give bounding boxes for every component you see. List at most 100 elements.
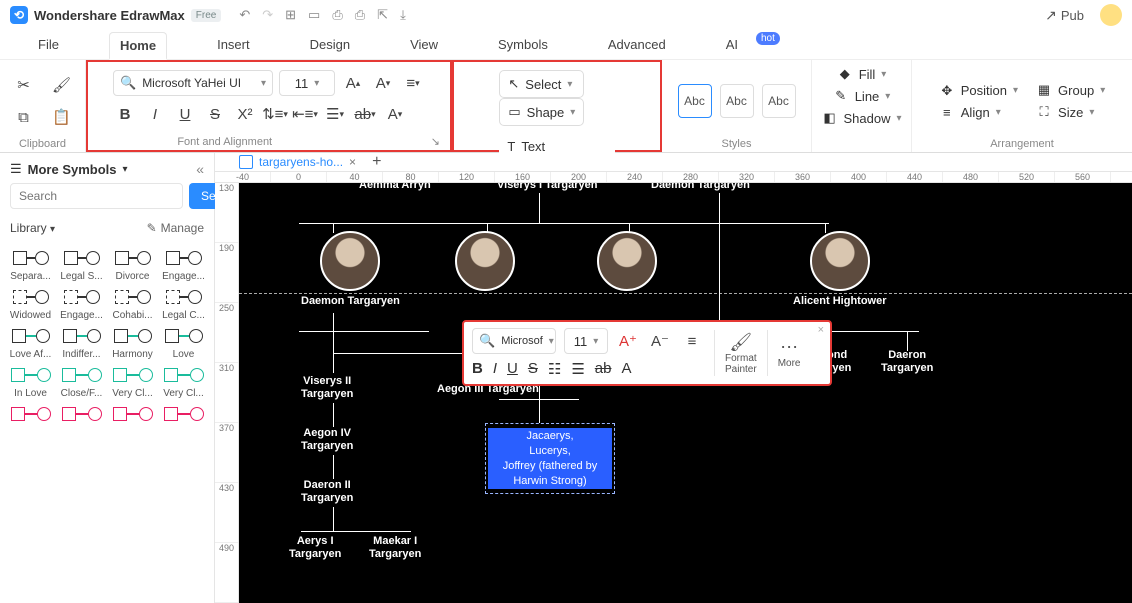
symbol-item[interactable]: Widowed	[6, 284, 55, 321]
symbol-item[interactable]	[159, 401, 208, 427]
menu-ai[interactable]: AI	[716, 32, 748, 57]
tree-node[interactable]: Daemon Targaryen	[651, 183, 750, 192]
avatar[interactable]	[1100, 4, 1122, 26]
open-icon[interactable]: ▭	[308, 7, 320, 23]
redo-icon[interactable]: ↷	[262, 7, 273, 23]
format-painter-icon[interactable]: 🖌	[50, 73, 74, 97]
menu-advanced[interactable]: Advanced	[598, 32, 676, 57]
fill-button[interactable]: ◆Fill▾	[837, 66, 887, 82]
mini-bullet-list-icon[interactable]: ☰	[571, 360, 584, 378]
symbol-item[interactable]: Legal C...	[159, 284, 208, 321]
symbol-item[interactable]: Engage...	[57, 284, 106, 321]
close-tab-icon[interactable]: ×	[349, 155, 356, 169]
line-button[interactable]: ✎Line▾	[833, 88, 891, 104]
strike-icon[interactable]: S	[203, 102, 227, 126]
position-button[interactable]: ✥Position▾	[939, 83, 1018, 99]
menu-design[interactable]: Design	[300, 32, 360, 57]
symbol-item[interactable]: Harmony	[108, 323, 157, 360]
indent-icon[interactable]: ⇤≡▾	[293, 102, 317, 126]
bullets-icon[interactable]: ☰▾	[323, 102, 347, 126]
symbol-item[interactable]: In Love	[6, 362, 55, 399]
save-icon[interactable]: ⎙	[332, 7, 342, 23]
style-preset-1[interactable]: Abc	[678, 84, 712, 118]
style-preset-3[interactable]: Abc	[762, 84, 796, 118]
tree-node[interactable]: Viserys II Targaryen	[301, 375, 353, 401]
symbol-item[interactable]	[108, 401, 157, 427]
copy-icon[interactable]: ⧉	[12, 105, 36, 129]
tree-node[interactable]: Daeron II Targaryen	[301, 479, 353, 505]
close-mini-toolbar-icon[interactable]: ×	[818, 324, 824, 336]
mini-italic-icon[interactable]: I	[493, 360, 497, 378]
symbol-item[interactable]: Legal S...	[57, 245, 106, 282]
align-left-icon[interactable]: ≡▾	[401, 71, 425, 95]
send-icon[interactable]: ⤓	[400, 7, 406, 23]
italic-icon[interactable]: I	[143, 102, 167, 126]
document-tab[interactable]: targaryens-ho... ×	[239, 155, 356, 169]
mini-align-icon[interactable]: ≡	[680, 329, 704, 353]
tree-portrait[interactable]: Alicent Hightower	[793, 231, 887, 308]
canvas[interactable]: Aemma Arryn Viserys I Targaryen Daemon T…	[239, 183, 1132, 603]
font-family-dropdown[interactable]: 🔍 Microsoft YaHei UI ▾	[113, 70, 273, 96]
tree-node[interactable]: Daeron Targaryen	[881, 349, 933, 375]
symbol-item[interactable]: Indiffer...	[57, 323, 106, 360]
style-preset-2[interactable]: Abc	[720, 84, 754, 118]
new-icon[interactable]: ⊞	[285, 7, 296, 23]
line-spacing-icon[interactable]: ⇅≡▾	[263, 102, 287, 126]
size-button[interactable]: ⛶Size▾	[1036, 104, 1105, 120]
tree-portrait[interactable]	[597, 231, 657, 295]
manage-button[interactable]: ✎Manage	[147, 221, 204, 235]
mini-font-color-icon[interactable]: A	[621, 360, 631, 378]
symbol-search-input[interactable]	[10, 183, 183, 209]
selected-textbox[interactable]: Jacaerys, Lucerys, Joffrey (fathered by …	[485, 423, 615, 494]
symbol-item[interactable]: Love	[159, 323, 208, 360]
shrink-font-icon[interactable]: A▾	[371, 71, 395, 95]
menu-view[interactable]: View	[400, 32, 448, 57]
symbol-item[interactable]: Engage...	[159, 245, 208, 282]
symbol-item[interactable]: Close/F...	[57, 362, 106, 399]
font-color-icon[interactable]: A▾	[383, 102, 407, 126]
mini-font-size-dropdown[interactable]: 11▾	[564, 328, 608, 354]
new-tab-button[interactable]: +	[372, 153, 381, 171]
mini-format-painter-button[interactable]: 🖌 Format Painter	[725, 332, 757, 375]
tree-node[interactable]: Aegon IV Targaryen	[301, 427, 353, 453]
tree-portrait[interactable]	[455, 231, 515, 295]
menu-insert[interactable]: Insert	[207, 32, 260, 57]
tree-node[interactable]: Viserys I Targaryen	[497, 183, 598, 192]
mini-more-button[interactable]: ⋯ More	[778, 337, 801, 369]
mini-underline-icon[interactable]: U	[507, 360, 518, 378]
symbol-item[interactable]: Divorce	[108, 245, 157, 282]
publish-button[interactable]: ↗Pub	[1045, 7, 1084, 24]
mini-highlight-icon[interactable]: ab	[595, 360, 612, 378]
symbol-item[interactable]	[57, 401, 106, 427]
select-tool-button[interactable]: ↖Select▾	[499, 70, 584, 98]
symbol-item[interactable]	[6, 401, 55, 427]
mini-numbered-list-icon[interactable]: ☷	[548, 360, 561, 378]
font-size-dropdown[interactable]: 11▾	[279, 70, 335, 96]
grow-font-icon[interactable]: A▴	[341, 71, 365, 95]
symbol-item[interactable]: Separa...	[6, 245, 55, 282]
underline-icon[interactable]: U	[173, 102, 197, 126]
font-dialog-launcher-icon[interactable]: ↘	[431, 135, 440, 148]
export-icon[interactable]: ⇱	[377, 7, 388, 23]
tree-portrait[interactable]: Daemon Targaryen	[301, 231, 400, 308]
menu-file[interactable]: File	[28, 32, 69, 57]
paste-icon[interactable]: 📋	[50, 105, 74, 129]
menu-symbols[interactable]: Symbols	[488, 32, 558, 57]
highlight-icon[interactable]: ab▾	[353, 102, 377, 126]
shape-tool-button[interactable]: ▭Shape▾	[499, 98, 584, 126]
cut-icon[interactable]: ✂	[12, 73, 36, 97]
menu-home[interactable]: Home	[109, 32, 167, 60]
mini-toolbar[interactable]: × 🔍Microsof▾ 11▾ A⁺ A⁻ ≡ B I U S ☷ ☰ ab …	[462, 320, 832, 386]
symbol-item[interactable]: Love Af...	[6, 323, 55, 360]
chevron-down-icon[interactable]: ▾	[123, 164, 128, 175]
tree-node[interactable]: Aerys I Targaryen	[289, 535, 341, 561]
mini-shrink-font-icon[interactable]: A⁻	[648, 329, 672, 353]
print-icon[interactable]: ⎙	[355, 7, 365, 23]
mini-bold-icon[interactable]: B	[472, 360, 483, 378]
symbol-item[interactable]: Cohabi...	[108, 284, 157, 321]
tree-node[interactable]: Aemma Arryn	[359, 183, 431, 192]
undo-icon[interactable]: ↶	[239, 7, 250, 23]
symbol-item[interactable]: Very Cl...	[159, 362, 208, 399]
bold-icon[interactable]: B	[113, 102, 137, 126]
mini-font-family-dropdown[interactable]: 🔍Microsof▾	[472, 328, 556, 354]
